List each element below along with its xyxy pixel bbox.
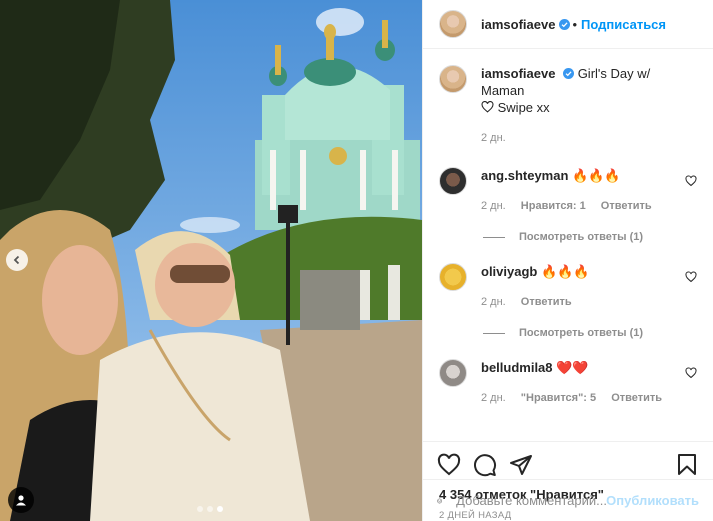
header-separator: • (572, 16, 577, 32)
header-username[interactable]: iamsofiaeve (481, 17, 555, 32)
tagged-users-button[interactable] (8, 487, 34, 513)
caption-body: iamsofiaeve Girl's Day w/ Maman Swipe xx… (481, 65, 696, 147)
comment-item: oliviyagb 🔥🔥🔥 2 дн. Ответить (439, 263, 697, 311)
share-paper-plane-icon[interactable] (509, 453, 533, 477)
verified-badge-icon (559, 18, 571, 30)
reply-button[interactable]: Ответить (521, 296, 572, 308)
white-heart-icon (481, 100, 494, 113)
comment-likes[interactable]: "Нравится": 5 (521, 392, 596, 404)
avatar[interactable] (439, 263, 467, 291)
view-replies-button[interactable]: Посмотреть ответы (1) (483, 327, 697, 339)
comment-meta: 2 дн. "Нравится": 5 Ответить (481, 390, 697, 407)
follow-button[interactable]: Подписаться (581, 17, 666, 32)
like-heart-icon[interactable] (437, 453, 461, 477)
comment-meta: 2 дн. Ответить (481, 294, 697, 311)
comment-username[interactable]: ang.shteyman (481, 168, 568, 183)
carousel-dot (197, 506, 203, 512)
comment-bubble-icon[interactable] (473, 453, 497, 477)
comment-body: oliviyagb 🔥🔥🔥 2 дн. Ответить (481, 263, 697, 311)
comment-time: 2 дн. (481, 200, 506, 212)
add-comment-input[interactable] (456, 493, 607, 508)
comment-item: ang.shteyman 🔥🔥🔥 2 дн. Нравится: 1 Ответ… (439, 167, 697, 215)
comment-time: 2 дн. (481, 296, 506, 308)
previous-image-button[interactable] (6, 249, 28, 271)
avatar[interactable] (439, 359, 467, 387)
caption-meta: 2 дн. (481, 130, 696, 147)
avatar[interactable] (439, 10, 467, 38)
post-photo[interactable] (0, 0, 422, 521)
avatar[interactable] (439, 65, 467, 93)
chevron-left-icon (13, 255, 20, 265)
bookmark-icon[interactable] (675, 453, 699, 477)
view-replies-button[interactable]: Посмотреть ответы (1) (483, 231, 697, 243)
comment-item: belludmila8 ❤️❤️ 2 дн. "Нравится": 5 Отв… (439, 359, 697, 407)
comment-meta: 2 дн. Нравится: 1 Ответить (481, 198, 697, 215)
verified-badge-icon (563, 68, 575, 79)
caption-time: 2 дн. (481, 132, 506, 144)
publish-comment-button[interactable]: Опубликовать (606, 493, 699, 508)
like-comment-heart-icon[interactable] (685, 175, 697, 187)
post-header: iamsofiaeve • Подписаться (423, 0, 713, 49)
comment-likes[interactable]: Нравится: 1 (521, 200, 586, 212)
comment-time: 2 дн. (481, 392, 506, 404)
reply-button[interactable]: Ответить (611, 392, 662, 404)
post-side-panel: iamsofiaeve • Подписаться iamsofiaeve Gi… (422, 0, 713, 521)
carousel-dot (207, 506, 213, 512)
view-replies-label: Посмотреть ответы (1) (519, 231, 644, 243)
comment-username[interactable]: belludmila8 (481, 360, 553, 375)
replies-line (483, 236, 505, 238)
photo-scene (0, 0, 422, 521)
comment-body: belludmila8 ❤️❤️ 2 дн. "Нравится": 5 Отв… (481, 359, 697, 407)
comment-text: 🔥🔥🔥 (572, 168, 621, 183)
replies-line (483, 332, 505, 334)
post-caption: iamsofiaeve Girl's Day w/ Maman Swipe xx… (439, 65, 697, 147)
caption-text-2: Swipe xx (497, 100, 550, 115)
reply-button[interactable]: Ответить (601, 200, 652, 212)
add-comment-bar: Опубликовать (423, 479, 713, 521)
comment-text: 🔥🔥🔥 (540, 264, 590, 279)
caption-username[interactable]: iamsofiaeve (481, 66, 555, 81)
comment-body: ang.shteyman 🔥🔥🔥 2 дн. Нравится: 1 Ответ… (481, 167, 697, 215)
view-replies-label: Посмотреть ответы (1) (519, 327, 644, 339)
comment-username[interactable]: oliviyagb (481, 264, 537, 279)
like-comment-heart-icon[interactable] (685, 367, 697, 379)
comments-list[interactable]: iamsofiaeve Girl's Day w/ Maman Swipe xx… (423, 49, 713, 441)
avatar[interactable] (439, 167, 467, 195)
like-comment-heart-icon[interactable] (685, 271, 697, 283)
user-icon (16, 495, 26, 506)
post-root: iamsofiaeve • Подписаться iamsofiaeve Gi… (0, 0, 713, 521)
carousel-dots (197, 506, 223, 512)
emoji-icon[interactable] (437, 490, 442, 512)
comment-text: ❤️❤️ (556, 360, 589, 375)
carousel-dot-active (217, 506, 223, 512)
